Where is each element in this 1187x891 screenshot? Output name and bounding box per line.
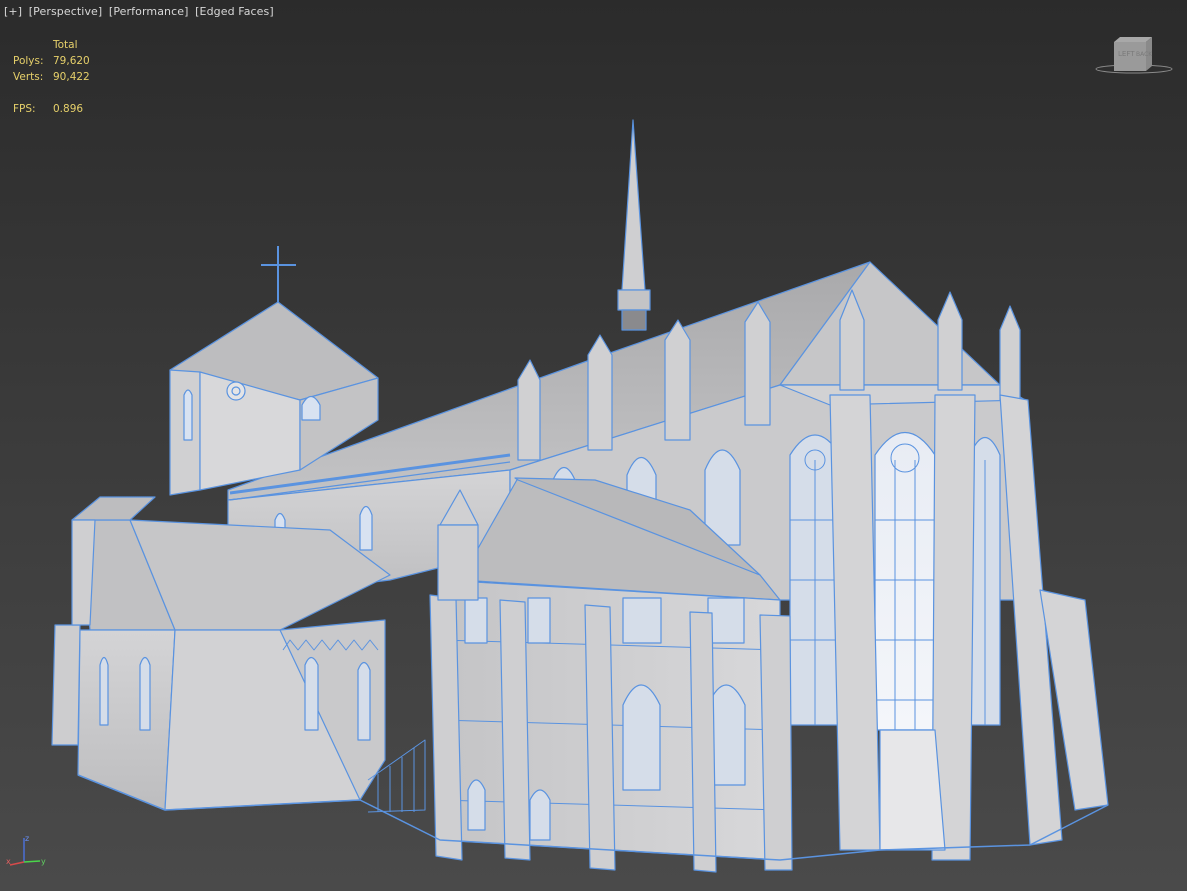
viewport-label-menu: [+] [Perspective] [Performance] [Edged F…	[4, 5, 274, 18]
cathedral-model[interactable]	[0, 0, 1187, 891]
viewport-plus-menu[interactable]: [+]	[4, 5, 22, 18]
viewport-shading-menu[interactable]: [Performance]	[109, 5, 189, 18]
viewcube-icon[interactable]: LEFT BACK	[1094, 34, 1174, 76]
fps-label: FPS:	[13, 103, 36, 115]
stats-header: Total	[53, 39, 78, 51]
chapel-wall-front	[77, 629, 176, 811]
viewport-view-menu[interactable]: [Perspective]	[29, 5, 103, 18]
viewcube-back-face[interactable]: BACK	[1136, 51, 1153, 58]
viewport-edged-faces-menu[interactable]: [Edged Faces]	[195, 5, 274, 18]
verts-label: Verts:	[13, 71, 44, 83]
viewcube-left-face[interactable]: LEFT	[1118, 50, 1135, 58]
axis-tripod-icon: z x y	[6, 834, 46, 866]
axis-x-label: x	[6, 857, 11, 866]
choir-window-2	[874, 431, 936, 731]
verts-value: 90,422	[53, 71, 90, 83]
spire	[621, 119, 646, 291]
fps-value: 0.896	[53, 103, 84, 115]
tower-clock	[226, 381, 246, 401]
polys-value: 79,620	[53, 55, 90, 67]
polys-label: Polys:	[13, 55, 44, 67]
viewport-statistics: Total Polys: 79,620 Verts: 90,422 FPS: 0…	[13, 37, 90, 117]
axis-z-label: z	[25, 834, 29, 843]
axis-y-label: y	[41, 857, 46, 866]
3d-viewport[interactable]: [+] [Perspective] [Performance] [Edged F…	[0, 0, 1187, 891]
